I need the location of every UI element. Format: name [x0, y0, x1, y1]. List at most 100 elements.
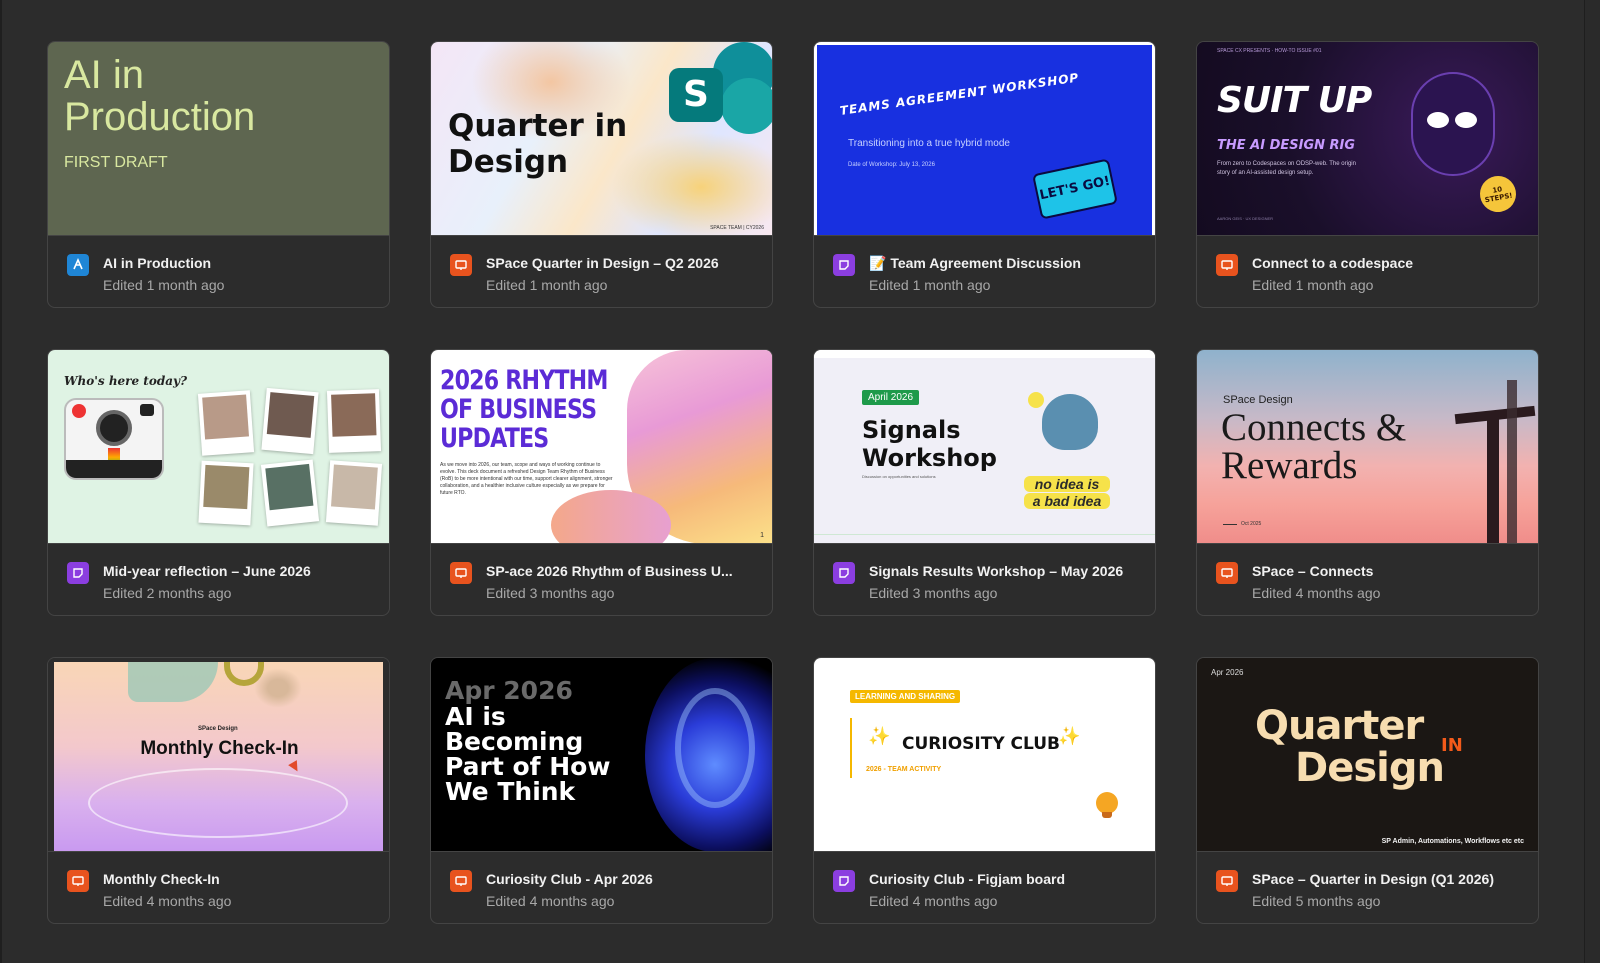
- sparkle-icon: ✨: [1058, 726, 1081, 746]
- thumb-title-line2: Rewards: [1221, 444, 1358, 487]
- slides-icon: [67, 870, 89, 892]
- file-edited-time: Edited 1 month ago: [103, 277, 225, 293]
- suit-mask: [1411, 72, 1495, 176]
- thumb-heading: SUIT UP: [1217, 80, 1372, 121]
- scrollbar-track[interactable]: [1584, 0, 1600, 963]
- thumb-subtitle: Transitioning into a true hybrid mode: [848, 138, 1010, 149]
- thumb-page-number: 1: [760, 532, 764, 539]
- slides-icon: [1216, 254, 1238, 276]
- file-edited-time: Edited 4 months ago: [486, 893, 615, 909]
- thumb-title-line2: Design: [448, 144, 569, 180]
- file-card[interactable]: LEARNING AND SHARING ✨ CURIOSITY CLUB ✨ …: [813, 657, 1156, 924]
- file-title: SPace – Connects: [1252, 563, 1374, 579]
- thumb-subtitle: 2026 - TEAM ACTIVITY: [866, 766, 942, 773]
- lightbulb-icon: [1096, 792, 1118, 814]
- file-edited-time: Edited 4 months ago: [869, 893, 998, 909]
- file-card[interactable]: April 2026 Signals Workshop Discussion o…: [813, 349, 1156, 616]
- sticker-text-line1: no idea is: [1024, 476, 1110, 492]
- file-title: Mid-year reflection – June 2026: [103, 563, 311, 579]
- file-edited-time: Edited 5 months ago: [1252, 893, 1381, 909]
- thumb-kicker: SPace Design: [198, 726, 238, 732]
- file-thumbnail: Apr 2026 Quarter IN Design SP Admin, Aut…: [1197, 658, 1538, 852]
- file-card[interactable]: SPace Design Connects & Rewards Oct 2025…: [1196, 349, 1539, 616]
- thumb-heading: Who's here today?: [64, 374, 188, 388]
- thumb-title-line2: Workshop: [862, 444, 997, 472]
- file-card[interactable]: SPACE CX PRESENTS · HOW-TO ISSUE #01 SUI…: [1196, 41, 1539, 308]
- file-title: SP-ace 2026 Rhythm of Business U...: [486, 563, 733, 579]
- file-thumbnail: S Quarter in Design SPACE TEAM | CY2026: [431, 42, 772, 236]
- figjam-icon: [833, 870, 855, 892]
- file-edited-time: Edited 3 months ago: [869, 585, 998, 601]
- figjam-icon: [833, 254, 855, 276]
- file-title: Monthly Check-In: [103, 871, 220, 887]
- file-card[interactable]: AI in Production FIRST DRAFT AI in Produ…: [47, 41, 390, 308]
- figma-design-icon: [67, 254, 89, 276]
- figjam-icon: [67, 562, 89, 584]
- file-thumbnail: Apr 2026 AI is Becoming Part of How We T…: [431, 658, 772, 852]
- file-title: Signals Results Workshop – May 2026: [869, 563, 1124, 579]
- thumb-title-in: IN: [1441, 735, 1463, 756]
- thumb-heading: Monthly Check-In: [140, 738, 299, 759]
- file-thumbnail: SPace Design Connects & Rewards Oct 2025: [1197, 350, 1538, 544]
- thumb-footer: SPACE TEAM | CY2026: [710, 225, 764, 231]
- file-title: Curiosity Club - Figjam board: [869, 871, 1066, 887]
- slides-icon: [1216, 562, 1238, 584]
- file-title: SPace Quarter in Design – Q2 2026: [486, 255, 719, 271]
- file-title: SPace – Quarter in Design (Q1 2026): [1252, 871, 1494, 887]
- thumb-date: Oct 2025: [1241, 521, 1262, 527]
- slides-icon: [1216, 870, 1238, 892]
- thumb-kicker: SPace Design: [1223, 394, 1293, 406]
- file-thumbnail: Teams Agreement Workshop Transitioning i…: [814, 42, 1155, 236]
- file-thumbnail: SPace Design Monthly Check-In: [48, 658, 389, 852]
- thumb-title-line1: Quarter: [1255, 703, 1424, 749]
- thumb-date: Apr 2026: [1211, 668, 1244, 677]
- file-grid: AI in Production FIRST DRAFT AI in Produ…: [47, 41, 1539, 924]
- thumb-date: Apr 2026: [445, 676, 573, 705]
- thumb-title-line1: Connects &: [1221, 406, 1407, 449]
- left-border: [0, 0, 2, 963]
- file-edited-time: Edited 2 months ago: [103, 585, 232, 601]
- file-card[interactable]: S Quarter in Design SPACE TEAM | CY2026 …: [430, 41, 773, 308]
- thumb-author: AARON GEIS · UX DESIGNER: [1217, 216, 1274, 221]
- slides-icon: [450, 254, 472, 276]
- file-edited-time: Edited 4 months ago: [103, 893, 232, 909]
- file-thumbnail: LEARNING AND SHARING ✨ CURIOSITY CLUB ✨ …: [814, 658, 1155, 852]
- thumb-title-line3: UPDATES: [440, 423, 549, 454]
- file-title: Connect to a codespace: [1252, 255, 1414, 271]
- file-card[interactable]: Teams Agreement Workshop Transitioning i…: [813, 41, 1156, 308]
- thumb-body: As we move into 2026, our team, scope an…: [440, 462, 613, 496]
- thumb-date: Date of Workshop: July 13, 2026: [848, 162, 935, 168]
- slides-icon: [450, 870, 472, 892]
- file-card[interactable]: 2026 RHYTHM OF BUSINESS UPDATES As we mo…: [430, 349, 773, 616]
- thumb-subtitle: THE AI DESIGN RIG: [1217, 138, 1356, 153]
- thumb-title-line2: Production: [64, 95, 256, 139]
- file-thumbnail: SPACE CX PRESENTS · HOW-TO ISSUE #01 SUI…: [1197, 42, 1538, 236]
- thumb-title-line2: OF BUSINESS: [440, 394, 597, 425]
- file-thumbnail: April 2026 Signals Workshop Discussion o…: [814, 350, 1155, 544]
- sharepoint-logo: S: [669, 68, 723, 122]
- thumb-date-tag: April 2026: [862, 390, 920, 405]
- sticker-text-line2: a bad idea: [1024, 493, 1110, 509]
- sparkle-icon: ✨: [868, 726, 891, 746]
- file-thumbnail: Who's here today?: [48, 350, 389, 544]
- thumb-title-line2: Becoming: [445, 727, 584, 756]
- file-card[interactable]: Apr 2026 AI is Becoming Part of How We T…: [430, 657, 773, 924]
- thumb-kicker: SPACE CX PRESENTS · HOW-TO ISSUE #01: [1217, 48, 1322, 54]
- file-card[interactable]: Apr 2026 Quarter IN Design SP Admin, Aut…: [1196, 657, 1539, 924]
- file-card[interactable]: Who's here today? Mid-year reflection – …: [47, 349, 390, 616]
- thumb-desc: From zero to Codespaces on ODSP-web. The…: [1217, 161, 1356, 176]
- file-card[interactable]: SPace Design Monthly Check-In Monthly Ch…: [47, 657, 390, 924]
- file-title: 📝 Team Agreement Discussion: [869, 255, 1081, 271]
- file-title: Curiosity Club - Apr 2026: [486, 871, 653, 887]
- file-title: AI in Production: [103, 255, 212, 271]
- file-edited-time: Edited 1 month ago: [869, 277, 991, 293]
- thumb-heading: CURIOSITY CLUB: [902, 734, 1061, 754]
- figjam-icon: [833, 562, 855, 584]
- file-thumbnail: 2026 RHYTHM OF BUSINESS UPDATES As we mo…: [431, 350, 772, 544]
- slides-icon: [450, 562, 472, 584]
- thumb-title-line1: Quarter in: [448, 108, 628, 144]
- file-edited-time: Edited 3 months ago: [486, 585, 615, 601]
- thumb-footer: SP Admin, Automations, Workflows etc etc: [1381, 838, 1524, 845]
- thumb-small: Discussion on opportunities and solution…: [862, 474, 936, 479]
- thumb-title-line1: Signals: [862, 416, 961, 444]
